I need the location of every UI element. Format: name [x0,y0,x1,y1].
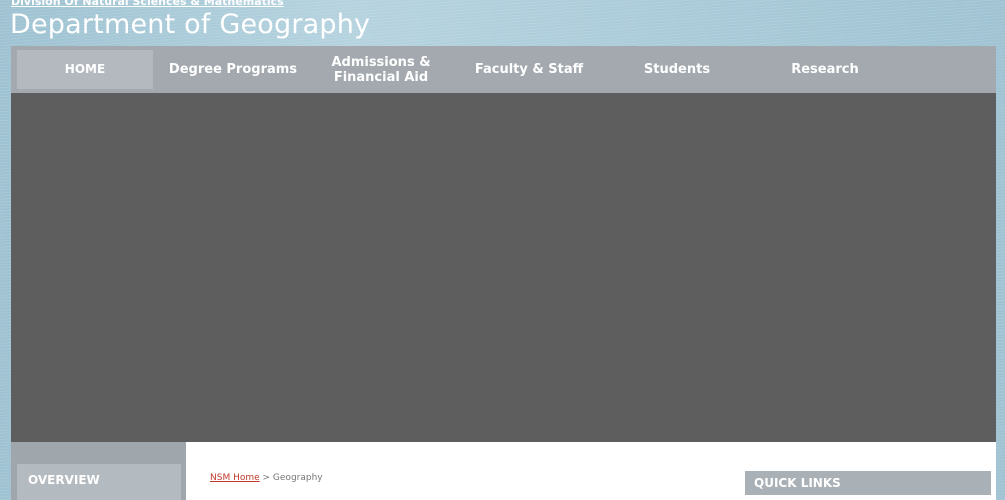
breadcrumb: NSM Home > Geography [210,472,323,484]
breadcrumb-current: Geography [272,473,323,483]
nav-item-faculty-staff[interactable]: Faculty & Staff [455,46,603,93]
nav-item-home[interactable]: HOME [17,50,153,89]
division-link[interactable]: Division Of Natural Sciences & Mathemati… [11,0,284,8]
nav-item-students[interactable]: Students [603,46,751,93]
breadcrumb-home-link[interactable]: NSM Home [210,473,260,483]
nav-item-research[interactable]: Research [751,46,899,93]
quick-links-heading: QUICK LINKS [745,471,991,495]
nav-item-admissions-financial-aid[interactable]: Admissions & Financial Aid [307,46,455,93]
breadcrumb-separator: > [259,473,273,483]
main-nav: HOME Degree Programs Admissions & Financ… [11,46,996,93]
hero-banner [11,93,996,442]
sidebar-item-overview[interactable]: OVERVIEW [17,464,181,500]
department-title: Department of Geography [10,9,371,40]
nav-item-degree-programs[interactable]: Degree Programs [159,46,307,93]
